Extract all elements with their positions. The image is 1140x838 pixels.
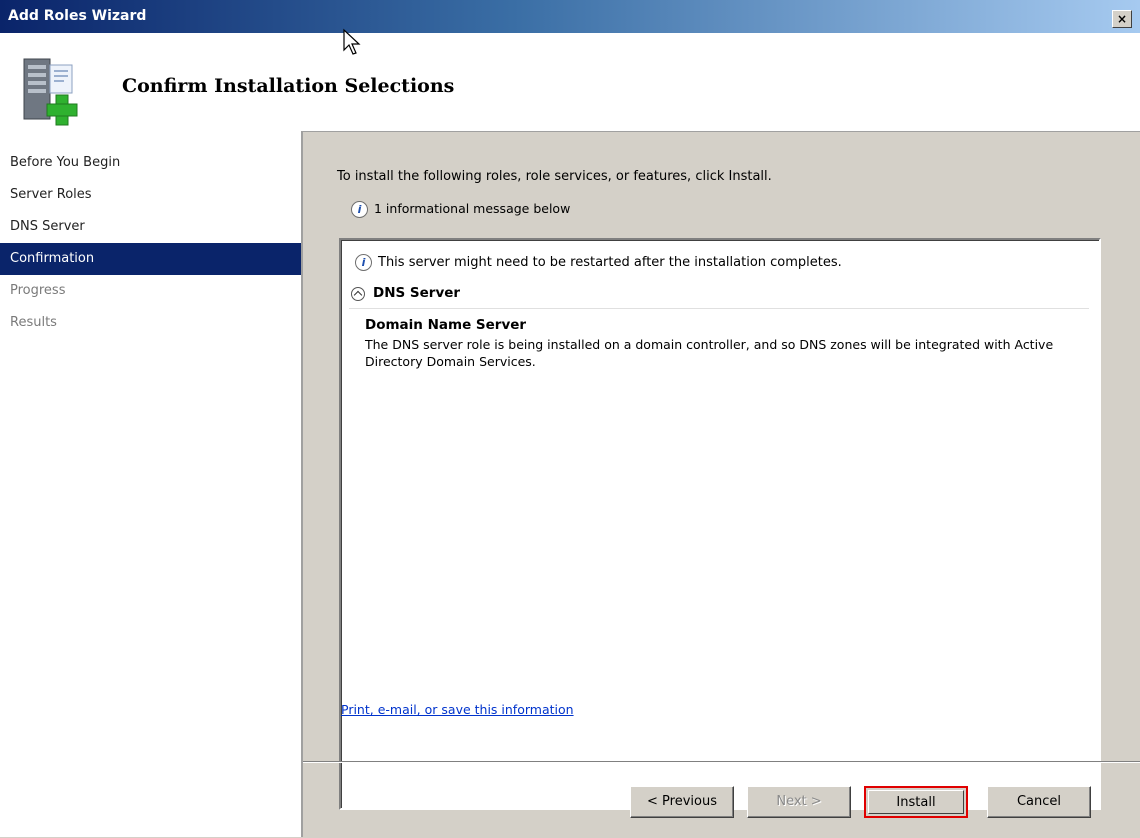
restart-message: i This server might need to be restarted … <box>355 254 842 271</box>
close-button[interactable]: × <box>1112 10 1132 28</box>
dns-server-section-header[interactable]: DNS Server <box>349 280 1089 309</box>
wizard-header: Confirm Installation Selections <box>0 33 1140 132</box>
info-icon: i <box>355 254 372 271</box>
wizard-steps-sidebar: Before You Begin Server Roles DNS Server… <box>0 131 303 837</box>
role-name: Domain Name Server <box>365 317 527 333</box>
section-title: DNS Server <box>373 285 461 301</box>
window-title: Add Roles Wizard <box>8 8 147 24</box>
mouse-cursor-icon <box>343 28 361 55</box>
install-button-label: Install <box>868 790 964 814</box>
title-bar: Add Roles Wizard × <box>0 0 1140 33</box>
sidebar-item-results: Results <box>10 315 57 330</box>
confirmation-panel[interactable]: i This server might need to be restarted … <box>339 238 1101 810</box>
restart-message-text: This server might need to be restarted a… <box>378 255 842 270</box>
role-description: The DNS server role is being installed o… <box>365 337 1054 369</box>
main-content: To install the following roles, role ser… <box>303 131 1140 810</box>
sidebar-item-before-you-begin[interactable]: Before You Begin <box>0 147 301 179</box>
sidebar-item-confirmation[interactable]: Confirmation <box>0 243 301 275</box>
cancel-button[interactable]: Cancel <box>987 786 1091 818</box>
instruction-text: To install the following roles, role ser… <box>337 169 772 184</box>
info-icon: i <box>351 201 368 218</box>
sidebar-item-progress: Progress <box>10 283 66 298</box>
server-add-icon <box>23 58 78 126</box>
sidebar-item-dns-server[interactable]: DNS Server <box>0 211 301 243</box>
next-button: Next > <box>747 786 851 818</box>
info-summary-text: 1 informational message below <box>374 201 571 216</box>
collapse-chevron-icon[interactable] <box>351 287 365 301</box>
button-bar: < Previous Next > Install Cancel <box>303 761 1140 838</box>
install-button[interactable]: Install <box>864 786 968 818</box>
sidebar-item-server-roles[interactable]: Server Roles <box>0 179 301 211</box>
page-title: Confirm Installation Selections <box>122 75 455 97</box>
previous-button[interactable]: < Previous <box>630 786 734 818</box>
info-summary: i 1 informational message below <box>351 201 570 218</box>
print-email-save-link[interactable]: Print, e-mail, or save this information <box>341 702 574 717</box>
